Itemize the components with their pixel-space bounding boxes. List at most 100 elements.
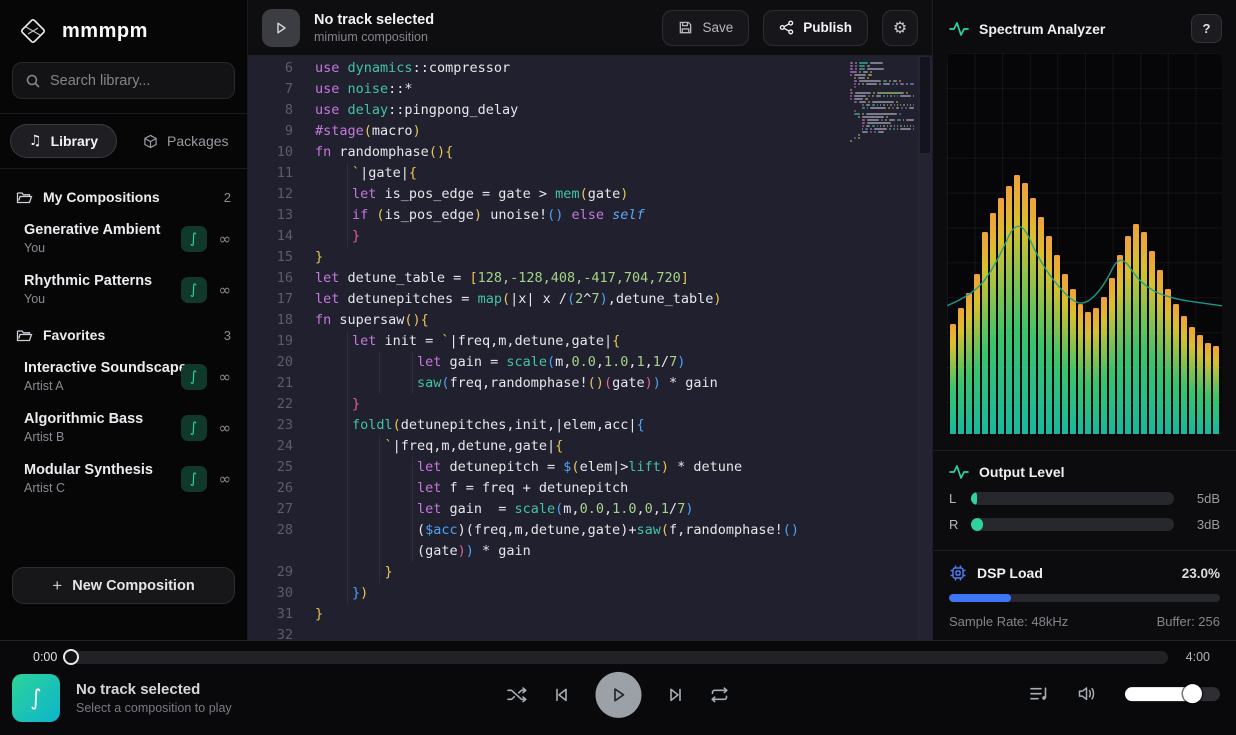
tab-library[interactable]: ♫ Library	[10, 124, 117, 158]
mimium-badge-icon: ∫	[181, 364, 207, 390]
sidebar: mmmpm ♫ Library Packages	[0, 0, 248, 640]
scrollbar-thumb[interactable]	[920, 57, 930, 153]
editor-minimap[interactable]	[850, 62, 916, 146]
timeline: 0:00 4:00	[0, 641, 1236, 664]
code-line[interactable]: 12let is_pos_edge = gate > mem(gate)	[248, 184, 840, 205]
new-composition-button[interactable]: + New Composition	[12, 567, 235, 604]
now-playing-title: No track selected	[76, 681, 232, 698]
code-line[interactable]: 6use dynamics::compressor	[248, 58, 840, 79]
code-line[interactable]: 17let detunepitches = map(|x| x /(2^7),d…	[248, 289, 840, 310]
code-line[interactable]: 31}	[248, 604, 840, 625]
transport-controls	[507, 672, 730, 718]
sidebar-tabs: ♫ Library Packages	[0, 113, 247, 169]
volume-slider[interactable]	[1125, 687, 1220, 701]
composition-item[interactable]: Interactive SoundscapeArtist A∫∞	[0, 351, 247, 402]
section-header[interactable]: Favorites3	[0, 315, 247, 351]
code-line[interactable]: 32	[248, 625, 840, 640]
cpu-icon	[949, 564, 967, 582]
code-line[interactable]: 30})	[248, 583, 840, 604]
infinity-icon: ∞	[219, 368, 232, 386]
composition-item[interactable]: Modular SynthesisArtist C∫∞	[0, 453, 247, 504]
tab-packages[interactable]: Packages	[125, 125, 246, 157]
brand: mmmpm	[0, 0, 247, 58]
track-info: No track selected mimium composition	[314, 12, 648, 44]
spectrum-title: Spectrum Analyzer	[979, 21, 1181, 37]
publish-button[interactable]: Publish	[763, 10, 868, 46]
section-count: 3	[224, 328, 231, 343]
code-line[interactable]: 24`|freq,m,detune,gate|{	[248, 436, 840, 457]
shuffle-button[interactable]	[507, 686, 528, 704]
folder-icon	[16, 190, 33, 205]
code-line[interactable]: 29}	[248, 562, 840, 583]
composition-item[interactable]: Generative AmbientYou∫∞	[0, 213, 247, 264]
level-meter-left	[971, 492, 1174, 505]
folder-icon	[16, 328, 33, 343]
code-line[interactable]: 27let gain = scale(m,0.0,1.0,0,1/7)	[248, 499, 840, 520]
analysis-panel: Spectrum Analyzer ? Output Level L	[932, 0, 1236, 640]
code-editor[interactable]: 6use dynamics::compressor7use noise::*8u…	[248, 56, 932, 640]
track-title: No track selected	[314, 12, 648, 28]
share-icon	[779, 20, 794, 35]
code-line[interactable]: 20let gain = scale(m,0.0,1.0,1,1/7)	[248, 352, 840, 373]
repeat-button[interactable]	[710, 686, 730, 704]
play-button[interactable]	[596, 672, 642, 718]
time-current: 0:00	[33, 650, 57, 664]
settings-button[interactable]: ⚙	[882, 10, 918, 46]
code-line[interactable]: 10fn randomphase(){	[248, 142, 840, 163]
plus-icon: +	[52, 576, 62, 596]
next-button[interactable]	[667, 686, 685, 704]
header-play-button[interactable]	[262, 9, 300, 47]
seek-bar[interactable]	[65, 651, 1167, 664]
code-content[interactable]: 6use dynamics::compressor7use noise::*8u…	[248, 58, 840, 640]
code-line[interactable]: 22}	[248, 394, 840, 415]
composition-item[interactable]: Algorithmic BassArtist B∫∞	[0, 402, 247, 453]
code-line[interactable]: 14}	[248, 226, 840, 247]
help-button[interactable]: ?	[1191, 14, 1222, 43]
save-button[interactable]: Save	[662, 10, 749, 46]
code-line[interactable]: 11`|gate|{	[248, 163, 840, 184]
code-line[interactable]: 8use delay::pingpong_delay	[248, 100, 840, 121]
app-root: mmmpm ♫ Library Packages	[0, 0, 1236, 735]
code-line[interactable]: 9#stage(macro)	[248, 121, 840, 142]
output-level-section: Output Level L 5dB R 3dB	[933, 450, 1236, 532]
code-line[interactable]: 19let init = `|freq,m,detune,gate|{	[248, 331, 840, 352]
seek-handle[interactable]	[63, 649, 79, 665]
code-line[interactable]: 23foldl(detunepitches,init,|elem,acc|{	[248, 415, 840, 436]
player-controls-row: ∫ No track selected Select a composition…	[0, 664, 1236, 722]
output-level-title: Output Level	[979, 464, 1220, 480]
pulse-icon	[949, 464, 969, 480]
player-bar: 0:00 4:00 ∫ No track selected Select a c…	[0, 640, 1236, 735]
code-line[interactable]: 18fn supersaw(){	[248, 310, 840, 331]
code-line[interactable]: 16let detune_table = [128,-128,408,-417,…	[248, 268, 840, 289]
infinity-icon: ∞	[219, 281, 232, 299]
now-playing-subtitle: Select a composition to play	[76, 701, 232, 715]
level-row-right: R 3dB	[949, 517, 1220, 532]
mimium-badge-icon: ∫	[181, 415, 207, 441]
section-count: 2	[224, 190, 231, 205]
previous-button[interactable]	[553, 686, 571, 704]
infinity-icon: ∞	[219, 470, 232, 488]
code-line[interactable]: 26let f = freq + detunepitch	[248, 478, 840, 499]
code-line[interactable]: 15}	[248, 247, 840, 268]
dsp-load-value: 23.0%	[1182, 566, 1220, 581]
code-line[interactable]: 13if (is_pos_edge) unoise!() else self	[248, 205, 840, 226]
music-note-icon: ♫	[29, 133, 42, 149]
right-player-controls	[1029, 685, 1220, 702]
editor-scrollbar[interactable]	[918, 56, 932, 640]
queue-button[interactable]	[1029, 685, 1049, 702]
code-line[interactable]: 25let detunepitch = $(elem|>lift) * detu…	[248, 457, 840, 478]
code-line[interactable]: 21saw(freq,randomphase!()(gate)) * gain	[248, 373, 840, 394]
composition-item[interactable]: Rhythmic PatternsYou∫∞	[0, 264, 247, 315]
editor-header: No track selected mimium composition Sav…	[248, 0, 932, 56]
volume-icon[interactable]	[1077, 685, 1097, 702]
search-input[interactable]	[50, 73, 222, 89]
volume-handle[interactable]	[1183, 684, 1202, 703]
section-header[interactable]: My Compositions2	[0, 177, 247, 213]
level-row-left: L 5dB	[949, 491, 1220, 506]
code-line[interactable]: (gate)) * gain	[248, 541, 840, 562]
code-line[interactable]: 7use noise::*	[248, 79, 840, 100]
code-line[interactable]: 28($acc)(freq,m,detune,gate)+saw(f,rando…	[248, 520, 840, 541]
mimium-badge-icon: ∫	[181, 277, 207, 303]
main-area: No track selected mimium composition Sav…	[248, 0, 932, 640]
mimium-badge-icon: ∫	[181, 226, 207, 252]
